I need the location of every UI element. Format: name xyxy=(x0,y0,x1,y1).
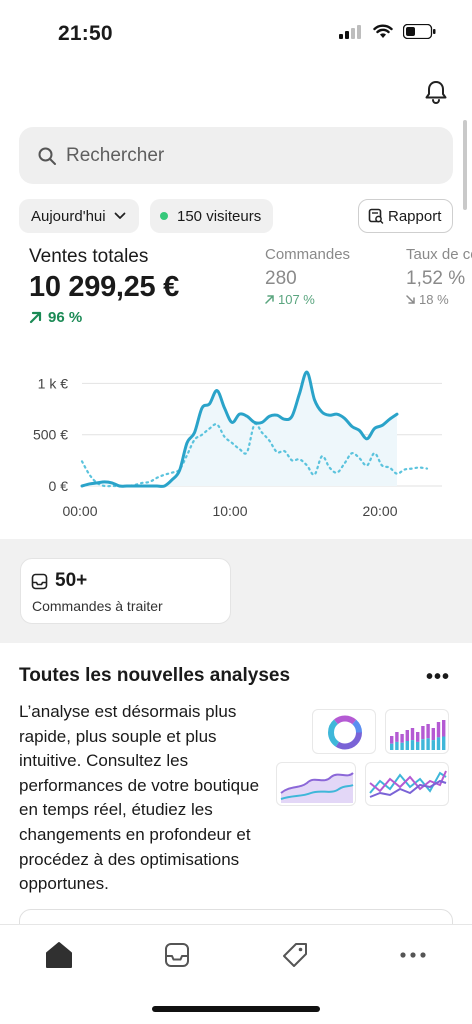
x-tick-label: 20:00 xyxy=(362,503,397,519)
orders-kpi[interactable]: Commandes 280 107 % xyxy=(265,246,350,307)
sales-chart[interactable]: 0 € 500 € 1 k € 00:00 10:00 20:00 xyxy=(0,350,472,530)
arrow-up-right-icon xyxy=(265,295,274,304)
donut-chart-thumbnail xyxy=(312,709,376,754)
conversion-kpi-label: Taux de conversion xyxy=(406,246,472,263)
series-area xyxy=(82,372,397,487)
tab-products[interactable] xyxy=(275,935,315,975)
total-sales-value: 10 299,25 € xyxy=(29,271,179,303)
bar-chart-icon xyxy=(390,720,446,750)
search-placeholder: Rechercher xyxy=(66,144,165,166)
y-tick-label: 500 € xyxy=(33,427,68,443)
chevron-down-icon xyxy=(114,212,125,219)
bar-chart-thumbnail xyxy=(385,709,449,754)
report-label: Rapport xyxy=(388,207,442,225)
status-time: 21:50 xyxy=(58,22,113,45)
bell-icon xyxy=(425,81,447,104)
period-label: Aujourd'hui xyxy=(31,207,106,225)
signal-icon xyxy=(339,24,361,39)
arrow-down-right-icon xyxy=(406,295,415,304)
total-sales-change: 96 % xyxy=(29,309,82,326)
area-chart-thumbnail xyxy=(276,762,356,806)
conversion-kpi-change-value: 18 % xyxy=(419,292,449,307)
thumb-bar xyxy=(390,743,394,750)
live-visitors-chip[interactable]: 150 visiteurs xyxy=(150,199,273,233)
thumb-bar xyxy=(436,737,441,750)
conversion-kpi[interactable]: Taux de conversion 1,52 % 18 % xyxy=(405,240,472,310)
tab-more[interactable] xyxy=(393,935,433,975)
thumb-bar xyxy=(436,722,441,738)
thumb-bar xyxy=(395,732,399,742)
more-icon xyxy=(400,952,426,958)
more-options-icon[interactable]: ••• xyxy=(426,666,450,689)
tab-orders[interactable] xyxy=(157,935,197,975)
conversion-kpi-change: 18 % xyxy=(406,292,472,307)
thumb-bar xyxy=(410,728,415,741)
live-dot-icon xyxy=(160,212,168,220)
home-icon xyxy=(46,942,72,968)
donut-chart-icon xyxy=(328,715,362,750)
thumb-bar xyxy=(416,732,420,742)
total-sales-label: Ventes totales xyxy=(29,246,149,267)
period-selector[interactable]: Aujourd'hui xyxy=(19,199,139,233)
thumb-bar xyxy=(410,740,415,750)
thumb-bar xyxy=(400,734,404,743)
analytics-card-body: L’analyse est désormais plus rapide, plu… xyxy=(19,702,260,894)
thumb-bar xyxy=(421,726,425,740)
orders-icon xyxy=(165,943,189,967)
tab-home[interactable] xyxy=(39,935,79,975)
report-button[interactable]: Rapport xyxy=(358,199,453,233)
arrow-up-right-icon xyxy=(29,311,42,324)
scrollbar[interactable] xyxy=(463,120,467,210)
orders-kpi-change-value: 107 % xyxy=(278,292,315,307)
thumb-bar xyxy=(405,730,409,741)
visitors-label: 150 visiteurs xyxy=(177,207,262,225)
inbox-icon xyxy=(31,573,48,590)
conversion-kpi-value: 1,52 % xyxy=(406,268,466,289)
orders-kpi-change: 107 % xyxy=(265,292,350,307)
y-tick-label: 1 k € xyxy=(38,375,69,391)
x-tick-label: 10:00 xyxy=(212,503,247,519)
y-tick-label: 0 € xyxy=(49,478,69,494)
thumb-bar xyxy=(390,736,394,744)
orders-to-process-card[interactable]: 50+ Commandes à traiter xyxy=(20,558,231,624)
thumb-bar xyxy=(395,741,399,750)
battery-icon xyxy=(403,24,436,39)
search-bar[interactable]: Rechercher xyxy=(19,127,453,184)
thumb-bar xyxy=(421,739,425,750)
line-chart-thumbnail xyxy=(365,762,449,806)
orders-kpi-value: 280 xyxy=(265,268,297,289)
status-bar: 21:50 xyxy=(0,0,472,64)
tag-icon xyxy=(283,943,307,967)
orders-to-process-label: Commandes à traiter xyxy=(32,598,163,614)
thumb-bar xyxy=(442,736,446,750)
analytics-card-title: Toutes les nouvelles analyses xyxy=(19,665,291,686)
notifications-button[interactable] xyxy=(422,78,450,106)
search-icon xyxy=(38,147,56,165)
line-chart-icon xyxy=(369,770,447,798)
thumb-bar xyxy=(431,740,435,750)
orders-count: 50+ xyxy=(55,570,88,591)
report-icon xyxy=(368,208,384,224)
thumb-bar xyxy=(426,724,430,739)
thumb-bar xyxy=(442,720,446,737)
total-sales-change-value: 96 % xyxy=(48,309,83,326)
orders-kpi-label: Commandes xyxy=(265,246,351,263)
home-indicator xyxy=(152,1006,320,1012)
status-icons xyxy=(339,24,436,39)
thumb-bar xyxy=(416,741,420,750)
thumb-bar xyxy=(400,742,404,750)
thumb-bar xyxy=(426,738,430,750)
area-chart-icon xyxy=(280,772,354,803)
thumb-bar xyxy=(431,728,435,741)
wifi-icon xyxy=(373,24,393,38)
x-tick-label: 00:00 xyxy=(62,503,97,519)
thumb-bar xyxy=(405,741,409,750)
